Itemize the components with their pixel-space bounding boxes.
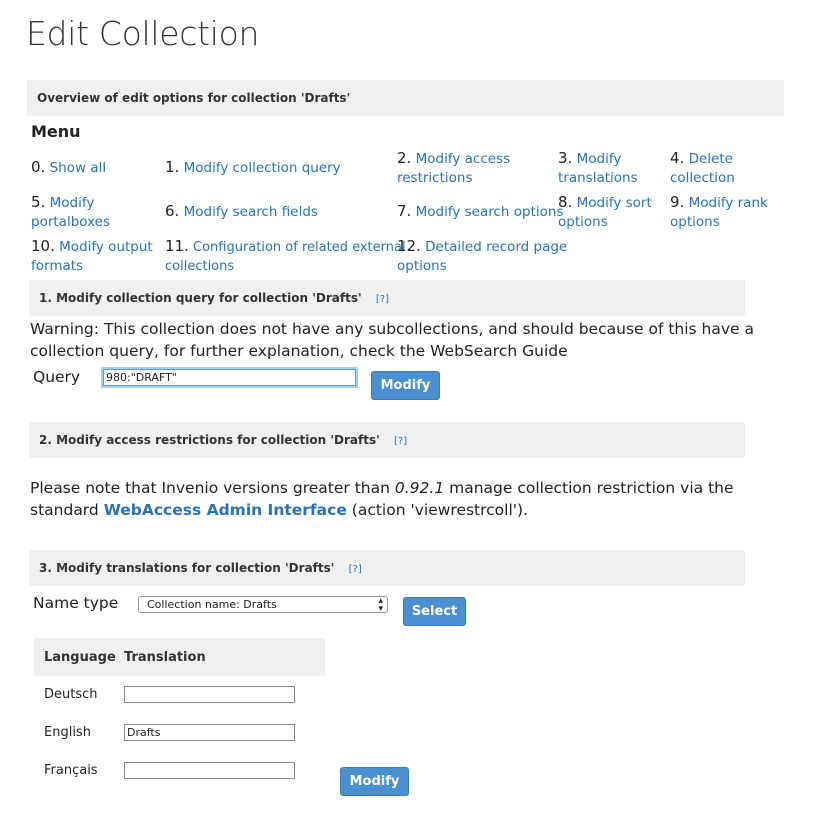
section1-header: 1. Modify collection query for collectio… <box>29 280 745 316</box>
section2-title: 2. Modify access restrictions for collec… <box>39 433 380 447</box>
menu-item-number: 8. <box>558 193 573 211</box>
page-title: Edit Collection <box>26 14 260 53</box>
query-label: Query <box>33 368 81 386</box>
select-button[interactable]: Select <box>403 597 466 626</box>
menu-item-link[interactable]: Delete <box>689 151 733 167</box>
menu-item-number: 9. <box>670 193 685 211</box>
help-link[interactable]: [?] <box>394 436 407 447</box>
language-english: English <box>44 725 91 740</box>
section2-header: 2. Modify access restrictions for collec… <box>29 422 745 458</box>
menu-item-link[interactable]: Modify output <box>59 239 153 255</box>
modify-query-button[interactable]: Modify <box>371 371 440 400</box>
menu-item-link[interactable]: Modify search fields <box>184 204 318 220</box>
menu-item-number: 3. <box>558 149 573 167</box>
menu-item-modify-collection-query[interactable]: 1. Modify collection query <box>165 158 341 178</box>
menu-item-link-line2[interactable]: portalboxes <box>31 214 110 230</box>
help-link[interactable]: [?] <box>349 564 362 575</box>
note-text: manage collection restriction via the <box>444 479 734 497</box>
webaccess-admin-link[interactable]: WebAccess Admin Interface <box>104 501 347 519</box>
section3-header: 3. Modify translations for collection 'D… <box>29 550 745 586</box>
note-text: Please note that Invenio versions greate… <box>30 479 395 497</box>
language-deutsch: Deutsch <box>44 687 98 702</box>
language-column-header: Language <box>44 650 116 665</box>
menu-item-modify-translations[interactable]: 3. Modify translations <box>558 149 638 188</box>
menu-item-modify-search-options[interactable]: 7. Modify search options <box>397 202 564 222</box>
menu-item-number: 0. <box>31 158 46 176</box>
menu-item-show-all[interactable]: 0. Show all <box>31 158 106 178</box>
menu-item-detailed-record-page-options[interactable]: 12. Detailed record page options <box>397 237 567 276</box>
menu-item-modify-sort-options[interactable]: 8. Modify sort options <box>558 193 652 232</box>
menu-item-number: 6. <box>165 202 180 220</box>
query-input[interactable]: 980:"DRAFT" <box>103 369 356 386</box>
updown-arrows-icon: ▴ ▾ <box>378 596 383 614</box>
menu-item-number: 1. <box>165 158 180 176</box>
menu-item-link[interactable]: Modify sort <box>577 195 652 211</box>
menu-item-number: 5. <box>31 193 46 211</box>
menu-item-link[interactable]: Show all <box>50 160 107 176</box>
translation-input-francais[interactable] <box>124 762 295 779</box>
menu-item-modify-access-restrictions[interactable]: 2. Modify access restrictions <box>397 149 510 188</box>
menu-item-number: 7. <box>397 202 412 220</box>
section1-title-wrap: 1. Modify collection query for collectio… <box>39 291 389 305</box>
menu-item-modify-rank-options[interactable]: 9. Modify rank options <box>670 193 768 232</box>
section1-warning: Warning: This collection does not have a… <box>30 318 754 362</box>
menu-item-modify-portalboxes[interactable]: 5. Modify portalboxes <box>31 193 110 232</box>
menu-item-number: 2. <box>397 149 412 167</box>
name-type-selected: Collection name: Drafts <box>147 598 277 611</box>
menu-item-link[interactable]: Modify <box>50 195 95 211</box>
name-type-label: Name type <box>33 594 119 612</box>
translation-input-deutsch[interactable] <box>124 686 295 703</box>
menu-item-link-line2[interactable]: collections <box>165 259 234 274</box>
language-francais: Français <box>44 763 98 778</box>
note-text: (action 'viewrestrcoll'). <box>346 501 529 519</box>
menu-item-link[interactable]: Modify <box>577 151 622 167</box>
menu-item-related-external-collections[interactable]: 11. Configuration of related external co… <box>165 237 406 276</box>
menu-item-link-line2[interactable]: options <box>558 214 608 230</box>
section2-title-wrap: 2. Modify access restrictions for collec… <box>39 433 407 447</box>
menu-item-link[interactable]: Configuration of related external <box>193 240 406 255</box>
menu-item-number: 10. <box>31 237 55 255</box>
menu-item-number: 4. <box>670 149 685 167</box>
menu-item-link-line2[interactable]: options <box>670 214 720 230</box>
menu-item-link[interactable]: Modify rank <box>689 195 768 211</box>
menu-item-link-line2[interactable]: restrictions <box>397 170 473 186</box>
overview-bar-label: Overview of edit options for collection … <box>37 91 351 105</box>
section3-title-wrap: 3. Modify translations for collection 'D… <box>39 561 362 575</box>
section1-title: 1. Modify collection query for collectio… <box>39 291 362 305</box>
menu-item-delete-collection[interactable]: 4. Delete collection <box>670 149 735 188</box>
menu-item-link-line2[interactable]: translations <box>558 170 638 186</box>
modify-translations-button[interactable]: Modify <box>340 767 409 796</box>
translation-input-english[interactable]: Drafts <box>124 724 295 741</box>
overview-bar: Overview of edit options for collection … <box>27 80 784 116</box>
translation-column-header: Translation <box>124 650 206 665</box>
section2-note: Please note that Invenio versions greate… <box>30 477 734 521</box>
menu-item-link-line2[interactable]: options <box>397 258 447 274</box>
note-text: standard <box>30 501 104 519</box>
name-type-select[interactable]: Collection name: Drafts ▴ ▾ <box>138 596 388 614</box>
menu-item-modify-search-fields[interactable]: 6. Modify search fields <box>165 202 318 222</box>
menu-item-link-line2[interactable]: collection <box>670 170 735 186</box>
section3-title: 3. Modify translations for collection 'D… <box>39 561 335 575</box>
menu-item-number: 12. <box>397 237 421 255</box>
menu-item-link-line2[interactable]: formats <box>31 258 83 274</box>
translation-table-header: Language Translation <box>34 638 325 676</box>
note-version: 0.92.1 <box>394 479 445 497</box>
warning-line1: Warning: This collection does not have a… <box>30 320 755 338</box>
menu-item-modify-output-formats[interactable]: 10. Modify output formats <box>31 237 153 276</box>
menu-item-link[interactable]: Modify search options <box>416 204 564 220</box>
menu-item-number: 11. <box>165 237 189 255</box>
warning-line2: collection query, for further explanatio… <box>30 342 568 360</box>
menu-item-link[interactable]: Modify access <box>416 151 511 167</box>
menu-item-link[interactable]: Modify collection query <box>184 160 341 176</box>
help-link[interactable]: [?] <box>376 294 389 305</box>
menu-item-link[interactable]: Detailed record page <box>425 239 567 255</box>
menu-title: Menu <box>31 122 81 141</box>
